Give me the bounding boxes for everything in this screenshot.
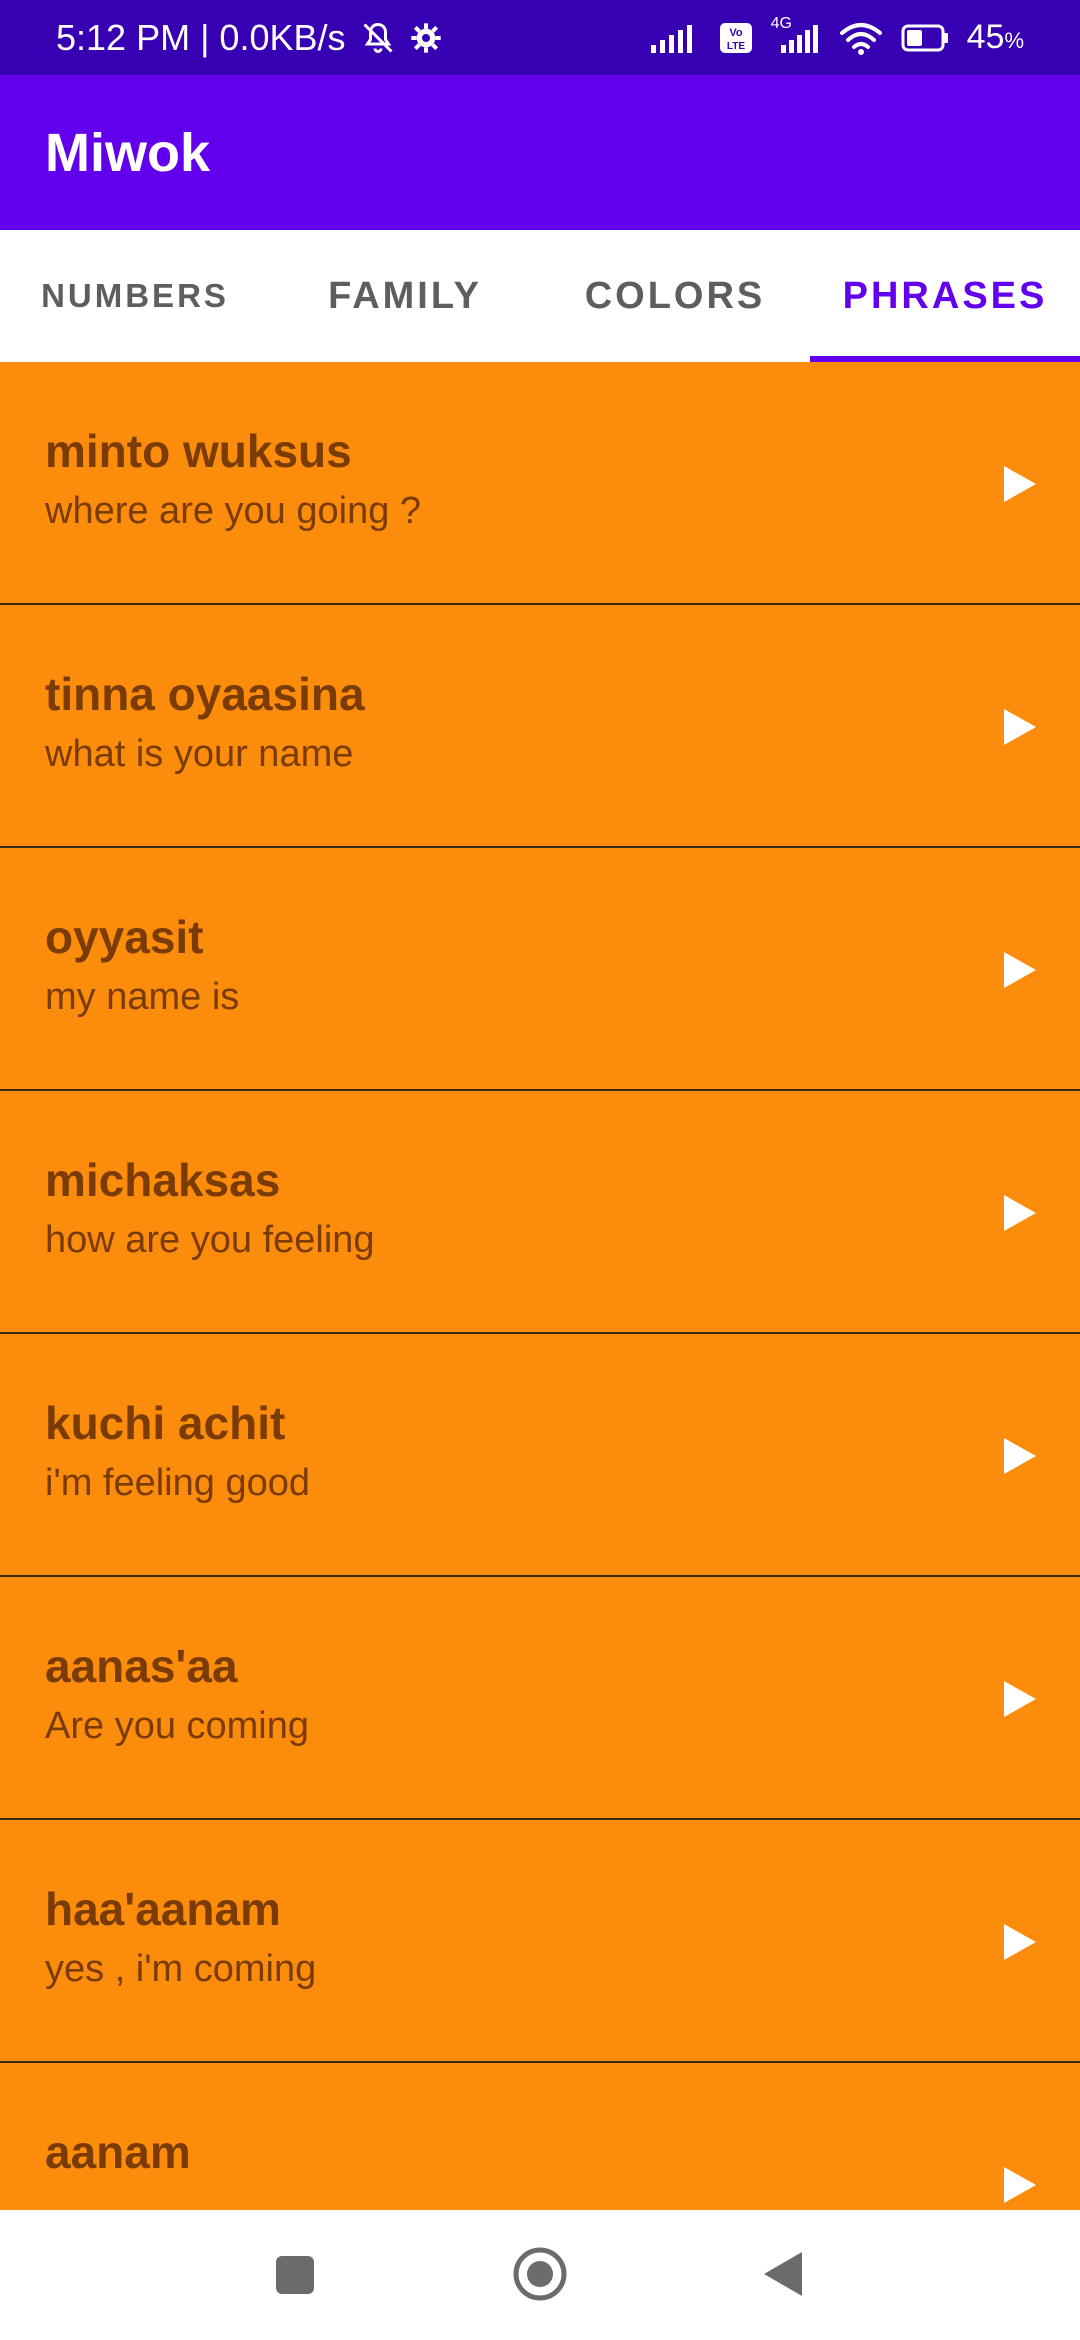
english-text: yes , i'm coming xyxy=(45,1948,317,1990)
system-nav-bar xyxy=(0,2210,1080,2340)
miwok-text: aanas'aa xyxy=(45,1640,238,1692)
bell-off-icon xyxy=(360,20,396,56)
list-item[interactable]: kuchi achit i'm feeling good xyxy=(0,1334,1080,1577)
back-triangle-icon[interactable] xyxy=(762,2250,804,2298)
svg-text:Vo: Vo xyxy=(729,27,743,39)
play-icon[interactable] xyxy=(1002,1193,1038,1233)
wifi-icon xyxy=(839,21,883,55)
status-left: 5:12 PM | 0.0KB/s xyxy=(56,17,442,59)
app-bar: Miwok xyxy=(0,75,1080,230)
volte-icon: Vo LTE xyxy=(719,22,753,54)
list-item[interactable]: michaksas how are you feeling xyxy=(0,1091,1080,1334)
tab-colors[interactable]: COLORS xyxy=(540,230,810,362)
network-type: 4G xyxy=(770,14,792,32)
play-icon[interactable] xyxy=(1002,464,1038,504)
phrase-list[interactable]: minto wuksus where are you going ? tinna… xyxy=(0,362,1080,2210)
list-item[interactable]: haa'aanam yes , i'm coming xyxy=(0,1820,1080,2063)
list-item[interactable]: tinna oyaasina what is your name xyxy=(0,605,1080,848)
recents-square-icon[interactable] xyxy=(274,2254,316,2296)
list-item[interactable]: aanas'aa Are you coming xyxy=(0,1577,1080,1820)
english-text: my name is xyxy=(45,976,240,1018)
play-icon[interactable] xyxy=(1002,707,1038,747)
play-icon[interactable] xyxy=(1002,1436,1038,1476)
status-time: 5:12 PM | 0.0KB/s xyxy=(56,16,346,58)
play-icon[interactable] xyxy=(1002,2165,1038,2205)
english-text: i'm feeling good xyxy=(45,1462,310,1504)
battery-level: 45% xyxy=(966,18,1024,56)
signal-icon xyxy=(650,23,701,53)
status-right: Vo LTE 4G 45% xyxy=(650,15,1024,57)
svg-text:LTE: LTE xyxy=(727,41,745,52)
home-circle-icon[interactable] xyxy=(512,2246,568,2302)
miwok-text: minto wuksus xyxy=(45,425,352,477)
tab-numbers[interactable]: NUMBERS xyxy=(0,230,270,362)
gear-icon xyxy=(410,22,442,54)
miwok-text: haa'aanam xyxy=(45,1883,281,1935)
list-item[interactable]: minto wuksus where are you going ? xyxy=(0,362,1080,605)
english-text: Are you coming xyxy=(45,1705,310,1747)
play-icon[interactable] xyxy=(1002,1679,1038,1719)
english-text: where are you going ? xyxy=(45,490,422,532)
tab-family[interactable]: FAMILY xyxy=(270,230,540,362)
tab-bar: NUMBERS FAMILY COLORS PHRASES xyxy=(0,230,1080,362)
miwok-text: kuchi achit xyxy=(45,1397,286,1449)
list-item[interactable]: oyyasit my name is xyxy=(0,848,1080,1091)
miwok-text: aanam xyxy=(45,2126,191,2178)
miwok-text: tinna oyaasina xyxy=(45,668,365,720)
signal-icon: 4G xyxy=(771,15,821,53)
status-bar: 5:12 PM | 0.0KB/s Vo LTE 4G 45% xyxy=(0,0,1080,75)
english-text: what is your name xyxy=(45,733,354,775)
tab-phrases[interactable]: PHRASES xyxy=(810,230,1080,362)
battery-icon xyxy=(901,24,949,52)
list-item[interactable]: aanam xyxy=(0,2063,1080,2210)
play-icon[interactable] xyxy=(1002,1922,1038,1962)
miwok-text: oyyasit xyxy=(45,911,204,963)
miwok-text: michaksas xyxy=(45,1154,281,1206)
app-title: Miwok xyxy=(45,122,211,183)
english-text: how are you feeling xyxy=(45,1219,375,1261)
play-icon[interactable] xyxy=(1002,950,1038,990)
